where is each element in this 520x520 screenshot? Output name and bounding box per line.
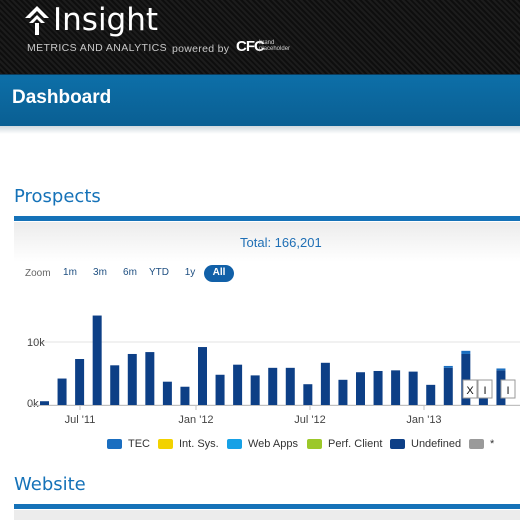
bar-undefined [426, 384, 436, 405]
legend-label-web-apps: Web Apps [248, 438, 298, 450]
bar-undefined [40, 401, 49, 405]
bar-undefined [198, 347, 207, 405]
legend-item-int-sys[interactable]: Int. Sys. [158, 437, 220, 451]
bar-undefined [303, 384, 313, 405]
legend-label-int-sys: Int. Sys. [179, 438, 219, 450]
legend-swatch-tec [107, 439, 122, 449]
section-rule-website [14, 504, 520, 509]
legend-label-other: * [490, 438, 495, 450]
bar-undefined [320, 362, 330, 405]
y-tick-label: 0k [27, 398, 39, 410]
y-tick-label: 10k [27, 337, 45, 349]
bar-undefined [57, 378, 67, 405]
x-tick-label: Jan '13 [406, 414, 441, 426]
flag-marker-label: I [506, 385, 509, 397]
bar-undefined [162, 381, 172, 405]
bar-undefined [75, 359, 85, 405]
legend-item-web-apps[interactable]: Web Apps [227, 437, 301, 451]
bar-undefined [250, 375, 260, 405]
bar-undefined [215, 374, 225, 405]
bar-undefined [110, 365, 120, 405]
website-panel-top [14, 510, 520, 520]
legend-swatch-other [469, 439, 484, 449]
bar-undefined [268, 367, 278, 405]
bar-tec [496, 368, 506, 371]
flag-marker-label: X [466, 385, 474, 397]
bar-undefined [145, 352, 155, 405]
legend-item-other[interactable]: * [469, 437, 499, 451]
bar-undefined [92, 315, 102, 405]
legend-label-tec: TEC [128, 438, 150, 450]
legend-label-undefined: Undefined [411, 438, 462, 450]
bar-tec [443, 365, 453, 368]
flag-marker-label: I [483, 385, 486, 397]
legend-item-tec[interactable]: TEC [107, 437, 153, 451]
bar-undefined [443, 367, 453, 405]
bar-undefined [391, 370, 401, 405]
bar-undefined [338, 379, 348, 405]
bar-undefined [127, 353, 137, 405]
bar-undefined [408, 371, 418, 405]
x-tick-label: Jul '11 [65, 414, 96, 426]
bar-tec [461, 350, 471, 354]
section-title-website: Website [14, 474, 86, 495]
x-tick-label: Jan '12 [178, 414, 213, 426]
x-tick-label: Jul '12 [294, 414, 325, 426]
legend-swatch-web-apps [227, 439, 242, 449]
legend-item-perf-client[interactable]: Perf. Client [307, 437, 385, 451]
legend-item-undefined[interactable]: Undefined [390, 437, 464, 451]
legend-label-perf-client: Perf. Client [328, 438, 383, 450]
legend-swatch-perf-client [307, 439, 322, 449]
bar-undefined [373, 370, 383, 405]
legend-swatch-int-sys [158, 439, 173, 449]
bar-undefined [356, 372, 365, 405]
bar-undefined [285, 367, 295, 405]
bar-undefined [233, 364, 243, 405]
bar-undefined [180, 386, 190, 405]
legend-swatch-undefined [390, 439, 405, 449]
